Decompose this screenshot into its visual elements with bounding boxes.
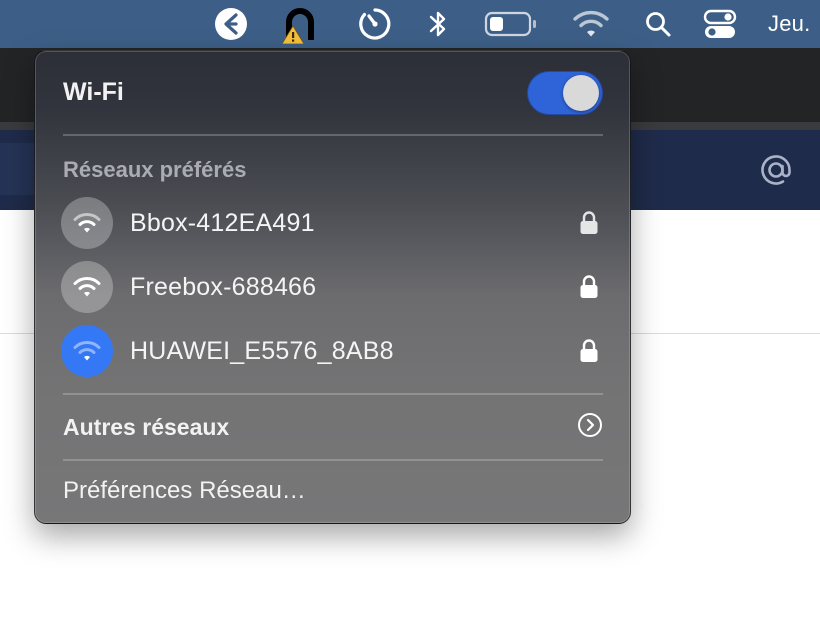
menu-separator [63, 459, 603, 461]
wifi-toggle-knob [563, 75, 599, 111]
timer-icon[interactable] [355, 4, 395, 44]
wifi-signal-icon [61, 261, 113, 313]
menu-separator [63, 393, 603, 395]
search-icon[interactable] [640, 4, 676, 44]
network-name: Freebox-688466 [130, 272, 317, 301]
menu-bar-clock[interactable]: Jeu. [768, 4, 820, 44]
wifi-signal-icon [61, 197, 113, 249]
menu-bar [0, 0, 820, 48]
bluetooth-icon[interactable] [424, 4, 452, 44]
battery-icon[interactable] [482, 4, 540, 44]
warning-app-icon[interactable] [276, 4, 324, 44]
lock-icon [578, 274, 600, 300]
wifi-menu: Wi-Fi Réseaux préférés Bbox-412EA491 Fre… [34, 50, 631, 524]
lock-icon [578, 210, 600, 236]
network-row-freebox[interactable]: Freebox-688466 [61, 259, 606, 315]
preferred-networks-heading: Réseaux préférés [63, 157, 247, 182]
menu-separator [63, 134, 603, 136]
network-preferences-label: Préférences Réseau… [63, 477, 306, 504]
control-center-icon[interactable] [700, 4, 740, 44]
other-networks-label: Autres réseaux [63, 413, 230, 440]
other-networks-item[interactable]: Autres réseaux [63, 407, 603, 447]
wifi-menu-title: Wi-Fi [63, 78, 124, 106]
at-icon[interactable] [756, 150, 796, 190]
lock-icon [578, 338, 600, 364]
network-row-huawei[interactable]: HUAWEI_E5576_8AB8 [61, 323, 606, 379]
network-row-bbox[interactable]: Bbox-412EA491 [61, 195, 606, 251]
network-name: HUAWEI_E5576_8AB8 [130, 336, 394, 365]
chevron-right-circle-icon [577, 412, 603, 443]
network-name: Bbox-412EA491 [130, 208, 315, 237]
wifi-icon[interactable] [568, 4, 614, 44]
wifi-toggle[interactable] [527, 71, 603, 115]
wifi-signal-icon [61, 325, 113, 377]
app-icon[interactable] [210, 4, 252, 44]
network-preferences-item[interactable]: Préférences Réseau… [63, 471, 603, 511]
